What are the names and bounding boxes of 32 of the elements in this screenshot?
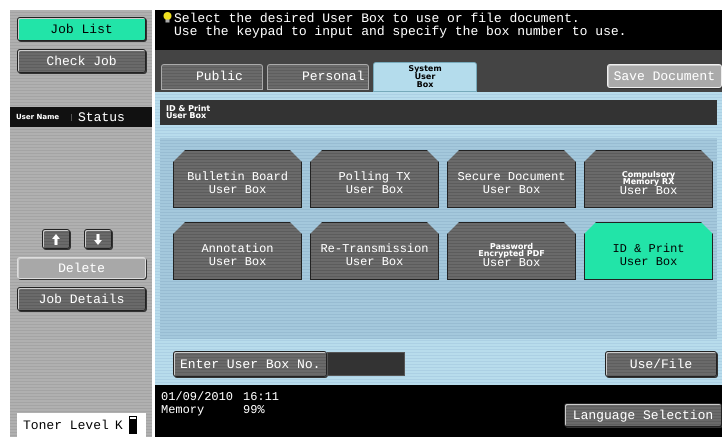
user-box-button[interactable]: Annotation User Box bbox=[173, 222, 302, 280]
user-box-button[interactable]: Bulletin Board User Box bbox=[173, 150, 302, 208]
memory-label: Memory bbox=[161, 404, 206, 416]
user-box-button[interactable]: Password Encrypted PDF User Box bbox=[447, 222, 576, 280]
current-box-title: ID & Print User Box bbox=[160, 100, 717, 125]
job-details-button[interactable]: Job Details bbox=[17, 287, 146, 311]
user-box-button[interactable]: ID & Print User Box bbox=[584, 222, 713, 280]
up-arrow-icon bbox=[52, 234, 60, 244]
date-text: 01/09/2010 bbox=[161, 391, 234, 403]
toner-color-label: K bbox=[114, 418, 123, 432]
use-file-button[interactable]: Use/File bbox=[605, 351, 717, 377]
column-header: Status bbox=[77, 110, 126, 124]
job-button[interactable]: Job List bbox=[17, 17, 146, 41]
language-selection-button[interactable]: Language Selection bbox=[564, 403, 722, 427]
user-box-button[interactable]: Re-Transmission User Box bbox=[310, 222, 439, 280]
down-arrow-icon bbox=[94, 234, 102, 244]
box-tab[interactable]: Public bbox=[161, 64, 263, 90]
time-text: 16:11 bbox=[243, 391, 280, 403]
memory-value: 99% bbox=[243, 404, 266, 416]
job-button[interactable]: Check Job bbox=[17, 49, 146, 73]
lightbulb-icon bbox=[163, 12, 172, 23]
scroll-up-button[interactable] bbox=[42, 229, 70, 249]
user-box-button[interactable]: Compulsory Memory RX User Box bbox=[584, 150, 713, 208]
box-tab[interactable]: Personal bbox=[267, 64, 369, 90]
scroll-down-button[interactable] bbox=[84, 229, 112, 249]
box-number-field[interactable] bbox=[327, 352, 406, 376]
instruction-message: Select the desired User Box to use or file document. Use the keypad to input and specify the box number to use. bbox=[174, 12, 626, 41]
user-box-button[interactable]: Secure Document User Box bbox=[447, 150, 576, 208]
box-tab[interactable]: System User Box bbox=[373, 62, 477, 92]
user-box-button[interactable]: Polling TX User Box bbox=[310, 150, 439, 208]
enter-box-number-button[interactable]: Enter User Box No. bbox=[173, 351, 328, 377]
toner-label: Toner Level bbox=[23, 418, 109, 432]
